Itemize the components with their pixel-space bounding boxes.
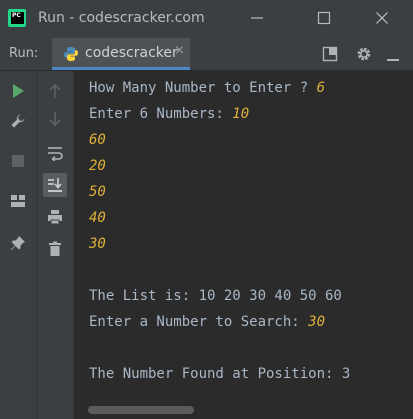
minimize-button[interactable] (243, 6, 271, 30)
stop-icon (12, 155, 24, 167)
console-line: 20 (89, 156, 106, 176)
maximize-button[interactable] (310, 6, 338, 30)
minimize-panel-icon[interactable] (386, 48, 400, 62)
run-toolbar: Run: codescracker × (0, 38, 413, 71)
console-output[interactable]: How Many Number to Enter ? 6 Enter 6 Num… (74, 71, 413, 419)
scroll-to-end-button[interactable] (43, 173, 67, 197)
console-line: 30 (89, 234, 106, 254)
restore-layout-button[interactable] (6, 189, 30, 213)
gear-icon[interactable] (356, 46, 372, 62)
scroll-down-button[interactable] (43, 107, 67, 131)
user-input: 50 (89, 184, 106, 200)
python-icon (64, 47, 78, 61)
console-line: 40 (89, 208, 106, 228)
window-titlebar: PC Run - codescracker.com (0, 0, 413, 39)
scroll-up-button[interactable] (43, 79, 67, 103)
user-input: 6 (316, 80, 326, 96)
console-line: Enter 6 Numbers: 10 (89, 106, 250, 122)
console-line: How Many Number to Enter ? 6 (89, 80, 326, 96)
console-line: Enter a Number to Search: 30 (89, 314, 326, 330)
layout-icon (11, 195, 25, 207)
run-label: Run: (9, 46, 39, 61)
run-sidebar (0, 71, 37, 419)
user-input: 30 (308, 314, 326, 330)
close-button[interactable] (368, 6, 396, 30)
edit-configuration-button[interactable] (6, 109, 30, 133)
run-icon (13, 84, 24, 98)
user-input: 20 (89, 158, 106, 174)
pycharm-logo-icon: PC (8, 9, 26, 27)
console-sidebar (37, 71, 74, 419)
layout-icon[interactable] (322, 46, 338, 62)
tab-label: codescracker (85, 45, 178, 61)
scroll-to-end-icon (48, 178, 62, 192)
scroll-down-icon (49, 112, 61, 127)
console-line: The Number Found at Position: 3 (89, 366, 351, 382)
console-line: 50 (89, 182, 106, 202)
stop-button[interactable] (6, 149, 30, 173)
pycharm-logo-text: PC (11, 12, 24, 24)
wrench-icon (11, 114, 25, 128)
window-title: Run - codescracker.com (38, 10, 205, 26)
rerun-button[interactable] (6, 79, 30, 103)
maximize-icon (317, 11, 331, 25)
trash-icon (49, 241, 61, 256)
tab-close-button[interactable]: × (174, 43, 185, 58)
console-line: 60 (89, 130, 106, 150)
print-icon (48, 210, 62, 225)
tab-codescracker[interactable]: codescracker × (52, 38, 190, 70)
user-input: 10 (232, 106, 250, 122)
pin-tab-button[interactable] (6, 231, 30, 255)
close-icon (376, 12, 388, 24)
print-button[interactable] (43, 205, 67, 229)
minimize-icon (251, 17, 263, 19)
console-line: The List is: 10 20 30 40 50 60 (89, 288, 342, 304)
scroll-up-icon (49, 83, 61, 98)
pin-icon (11, 236, 25, 250)
clear-all-button[interactable] (43, 237, 67, 261)
user-input: 40 (89, 210, 106, 226)
soft-wrap-icon (48, 147, 63, 161)
soft-wrap-button[interactable] (43, 141, 67, 165)
user-input: 30 (89, 236, 106, 252)
user-input: 60 (89, 132, 106, 148)
horizontal-scrollbar[interactable] (88, 406, 194, 414)
